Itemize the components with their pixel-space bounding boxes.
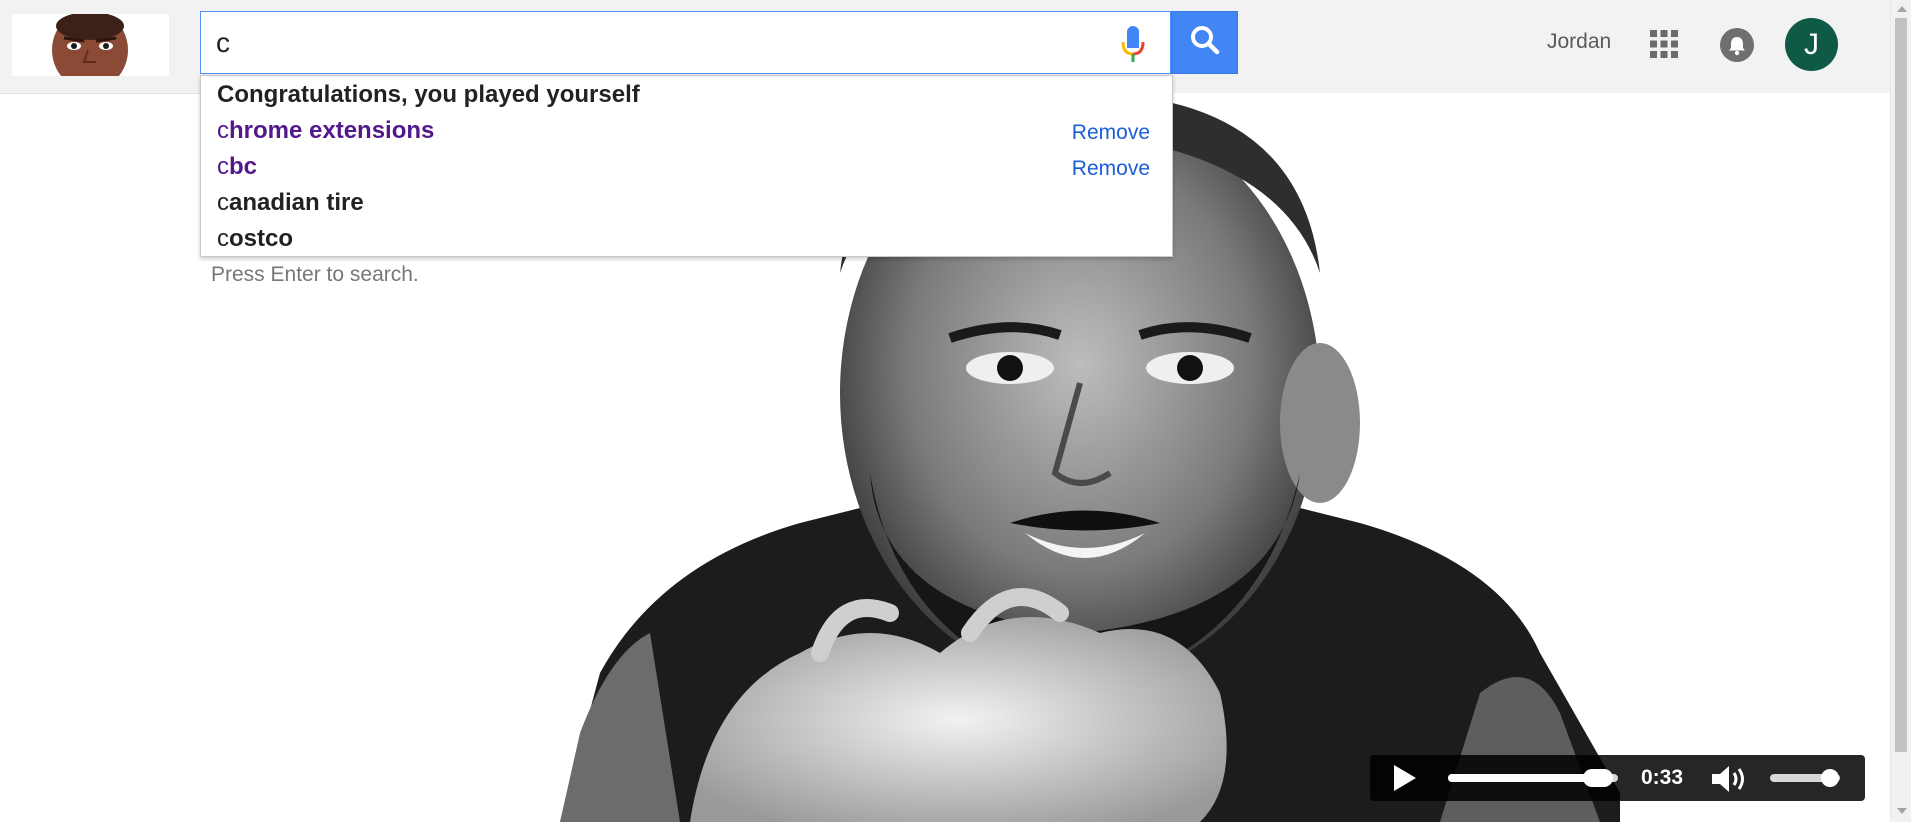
suggestion-text: costco [217, 221, 293, 257]
suggestion-prefix: c [217, 225, 229, 252]
seek-progress [1448, 774, 1598, 782]
play-icon[interactable] [1394, 765, 1416, 791]
apps-grid-icon[interactable] [1650, 30, 1678, 58]
suggestion-text: canadian tire [217, 185, 364, 221]
volume-icon[interactable] [1710, 764, 1748, 794]
volume-slider[interactable] [1770, 769, 1840, 787]
remove-suggestion-link[interactable]: Remove [1072, 115, 1150, 151]
suggestion-completion: ostco [229, 225, 294, 252]
suggestion-prefix: c [217, 153, 229, 180]
seek-handle[interactable] [1582, 769, 1613, 787]
search-icon [1190, 25, 1220, 60]
user-name[interactable]: Jordan [1547, 30, 1611, 54]
mic-icon[interactable] [1120, 26, 1146, 62]
suggestion-completion: hrome extensions [229, 117, 435, 144]
scroll-down-arrow-icon[interactable] [1897, 808, 1907, 814]
search-button[interactable] [1171, 11, 1238, 74]
suggestion-item[interactable]: canadian tire [201, 185, 1172, 221]
video-controls: 0:33 [1370, 755, 1865, 801]
page-scrollbar[interactable] [1890, 0, 1911, 822]
suggestion-item[interactable]: cbc Remove [201, 149, 1172, 185]
logo-doodle-image[interactable] [12, 14, 169, 76]
suggestion-prefix: c [217, 117, 229, 144]
search-hint: Press Enter to search. [211, 263, 419, 286]
suggestion-text: cbc [217, 149, 257, 185]
avatar[interactable]: J [1785, 18, 1838, 71]
bell-icon[interactable] [1720, 28, 1754, 62]
suggestion-completion: bc [229, 153, 258, 180]
seek-slider[interactable] [1448, 769, 1618, 787]
suggestion-item[interactable]: chrome extensions Remove [201, 113, 1172, 149]
search-input[interactable] [216, 24, 1096, 62]
suggestion-text: chrome extensions [217, 113, 434, 149]
suggestion-prefix: c [217, 189, 229, 216]
suggestion-completion: anadian tire [229, 189, 364, 216]
suggestion-completion: Congratulations, you played yourself [217, 81, 640, 108]
video-time: 0:33 [1641, 766, 1684, 789]
suggestion-item[interactable]: Congratulations, you played yourself [201, 77, 1172, 113]
remove-suggestion-link[interactable]: Remove [1072, 151, 1150, 187]
search-box[interactable] [200, 11, 1171, 74]
scroll-thumb[interactable] [1895, 18, 1907, 752]
suggestion-text: Congratulations, you played yourself [217, 77, 640, 113]
suggestion-item[interactable]: costco [201, 221, 1172, 257]
suggestion-dropdown: Congratulations, you played yourself chr… [200, 75, 1173, 257]
scroll-up-arrow-icon[interactable] [1897, 6, 1907, 12]
volume-handle[interactable] [1820, 769, 1839, 787]
